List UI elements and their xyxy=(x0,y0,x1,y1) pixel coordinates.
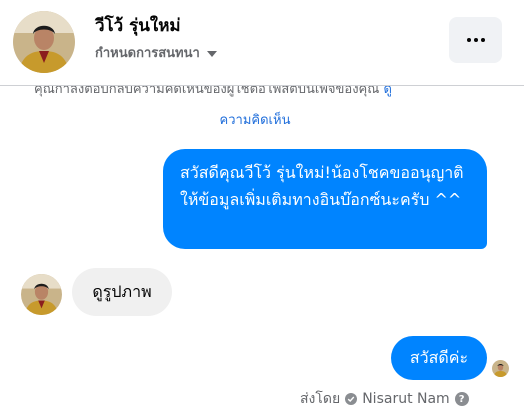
contact-name: วีโว้ รุ่นใหม่ xyxy=(95,16,181,36)
reply-notice-line1: คุณกำลังตอบกลับความคิดเห็นของผู้ใช้ต่อโพ… xyxy=(34,86,380,97)
reply-notice-text: คุณกำลังตอบกลับความคิดเห็นของผู้ใช้ต่อโพ… xyxy=(34,86,392,99)
message-bubble-incoming[interactable]: ดูรูปภาพ xyxy=(72,268,172,316)
seen-indicator-avatar xyxy=(492,360,509,377)
conversation-settings-label: กำหนดการสนทนา xyxy=(95,46,200,61)
conversation-settings-dropdown[interactable]: กำหนดการสนทนา xyxy=(95,42,217,63)
sender-name: Nisarut Nam xyxy=(362,391,450,407)
check-circle-icon xyxy=(345,393,358,405)
sent-by-label: ส่งโดย xyxy=(300,391,341,407)
avatar[interactable] xyxy=(13,11,75,73)
user-avatar[interactable] xyxy=(21,274,62,315)
reply-notice-clipped: คุณกำลังตอบกลับความคิดเห็นของผู้ใช้ต่อโพ… xyxy=(0,86,524,100)
more-options-button[interactable] xyxy=(449,17,502,63)
more-horizontal-icon xyxy=(466,38,485,42)
conversation-header: วีโว้ รุ่นใหม่ กำหนดการสนทนา xyxy=(0,0,524,86)
message-bubble-outgoing[interactable]: สวัสดีคุณวีโว้ รุ่นใหม่!น้องโชคขออนุญาติ… xyxy=(163,149,487,249)
sent-by-row: ส่งโดย Nisarut Nam ? xyxy=(300,388,469,410)
caret-down-icon xyxy=(206,50,217,57)
question-circle-icon[interactable]: ? xyxy=(454,392,469,406)
message-bubble-outgoing[interactable]: สวัสดีค่ะ xyxy=(391,336,487,380)
view-comment-link-continued[interactable]: ความคิดเห็น xyxy=(0,109,510,130)
view-comment-link[interactable]: ดู xyxy=(383,86,391,97)
